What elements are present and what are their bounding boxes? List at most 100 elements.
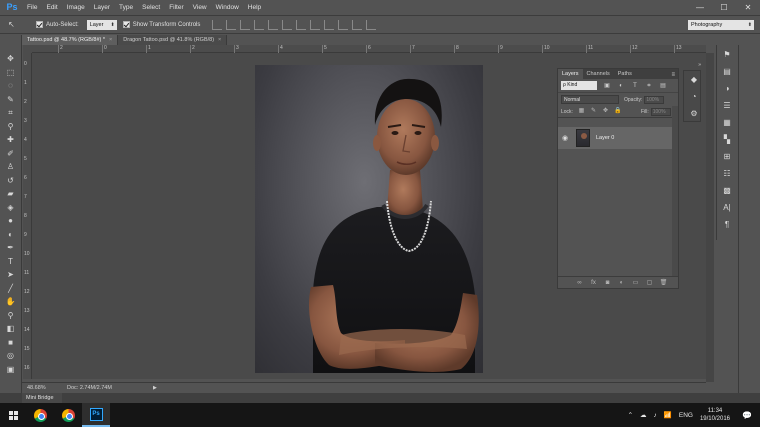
character-icon[interactable]: A| [720, 202, 734, 214]
lasso-tool-icon[interactable]: ◌ [4, 80, 17, 91]
filter-adjustment-icon[interactable]: ◐ [617, 82, 625, 90]
move-tool-icon[interactable]: ✥ [4, 53, 17, 64]
portrait-photo[interactable] [255, 65, 483, 373]
volume-icon[interactable]: ♪ [654, 412, 657, 419]
horizontal-ruler[interactable]: 2 0 1 2 3 4 5 6 7 8 9 10 11 12 13 [32, 45, 706, 53]
menu-help[interactable]: Help [248, 4, 261, 11]
menu-type[interactable]: Type [119, 4, 133, 11]
paragraph-icon[interactable]: ¶ [720, 219, 734, 231]
language-indicator[interactable]: ENG [679, 412, 693, 419]
menu-layer[interactable]: Layer [94, 4, 110, 11]
clock[interactable]: 11:34 19/10/2016 [700, 407, 730, 423]
opacity-input[interactable]: 100% [644, 95, 665, 104]
vertical-scrollbar[interactable] [706, 53, 714, 382]
healing-brush-tool-icon[interactable]: ✚ [4, 134, 17, 145]
adjustment-layer-icon[interactable]: ◐ [617, 280, 626, 286]
taskbar-chrome-2[interactable] [54, 403, 82, 427]
layer-row[interactable]: ◉ Layer 0 [558, 127, 673, 149]
notification-icon[interactable]: 💬 [740, 411, 754, 420]
zoom-tool-icon[interactable]: ⚲ [4, 310, 17, 321]
status-menu-arrow-icon[interactable]: ▶ [153, 385, 157, 391]
brush-tool-icon[interactable]: ✐ [4, 148, 17, 159]
taskbar-photoshop[interactable]: Ps [82, 403, 110, 427]
distribute-vcenter-icon[interactable] [310, 19, 321, 30]
filter-kind-dropdown[interactable]: ρ Kind [561, 81, 597, 90]
filter-pixel-icon[interactable]: ▣ [603, 82, 611, 90]
new-layer-icon[interactable]: ▢ [645, 279, 654, 286]
dock-collapse-icon[interactable]: » [683, 62, 701, 68]
properties-panel-icon[interactable]: ⚙ [687, 108, 701, 120]
align-hcenter-icon[interactable] [268, 19, 279, 30]
tab-channels[interactable]: Channels [583, 69, 614, 79]
distribute-right-icon[interactable] [366, 19, 377, 30]
tab-tattoo[interactable]: Tattoo.psd @ 48.7% (RGB/8#) * × [22, 35, 119, 45]
type-tool-icon[interactable]: T [4, 256, 17, 267]
tab-dragon-tattoo[interactable]: Dragon Tattoo.psd @ 41.8% (RGB/8) × [118, 35, 228, 45]
dodge-tool-icon[interactable]: ◐ [4, 229, 17, 240]
fill-input[interactable]: 100% [650, 107, 671, 116]
add-mask-icon[interactable]: ◙ [603, 280, 612, 286]
layers-panel-icon[interactable]: ◆ [687, 74, 701, 86]
lock-position-icon[interactable]: ✥ [602, 108, 609, 115]
tab-layers[interactable]: Layers [558, 69, 583, 79]
workspace-dropdown[interactable]: Photography [688, 20, 754, 30]
start-button[interactable] [0, 403, 26, 427]
distribute-left-icon[interactable] [338, 19, 349, 30]
shape-tool-icon[interactable]: ╱ [4, 283, 17, 294]
quick-select-tool-icon[interactable]: ✎ [4, 94, 17, 105]
blend-mode-dropdown[interactable]: Normal [561, 95, 619, 104]
auto-select-checkbox[interactable] [36, 21, 43, 28]
history-icon[interactable]: ⚑ [720, 49, 734, 61]
filter-type-icon[interactable]: T [631, 82, 639, 90]
menu-window[interactable]: Window [216, 4, 239, 11]
layers-scrollbar[interactable] [672, 106, 678, 276]
pen-tool-icon[interactable]: ✒ [4, 242, 17, 253]
styles-icon[interactable]: ▦ [720, 117, 734, 129]
show-transform-option[interactable]: Show Transform Controls [122, 21, 200, 28]
lock-pixels-icon[interactable]: ✎ [590, 108, 597, 115]
show-transform-checkbox[interactable] [122, 21, 130, 28]
menu-edit[interactable]: Edit [46, 4, 57, 11]
align-vcenter-icon[interactable] [226, 19, 237, 30]
align-top-icon[interactable] [212, 19, 223, 30]
color-icon[interactable]: ◑ [720, 83, 734, 95]
link-layers-icon[interactable]: ∞ [575, 280, 584, 286]
screen-mode-icon[interactable]: ▣ [4, 364, 17, 375]
paint-bucket-tool-icon[interactable]: ◈ [4, 202, 17, 213]
ruler-corner[interactable] [23, 45, 32, 53]
align-right-icon[interactable] [282, 19, 293, 30]
path-select-tool-icon[interactable]: ➤ [4, 269, 17, 280]
minimize-button[interactable]: — [688, 0, 712, 15]
default-colors-icon[interactable]: ◧ [4, 323, 17, 334]
marquee-tool-icon[interactable]: ⬚ [4, 67, 17, 78]
auto-select-target-dropdown[interactable]: Layer [86, 19, 117, 30]
maximize-button[interactable]: ☐ [712, 0, 736, 15]
auto-select-option[interactable]: Auto-Select: [36, 21, 79, 28]
distribute-top-icon[interactable] [296, 19, 307, 30]
brush-icon[interactable]: ▚ [720, 134, 734, 146]
network-icon[interactable]: 📶 [664, 411, 672, 419]
tray-caret-icon[interactable]: ⌃ [628, 411, 633, 419]
menu-select[interactable]: Select [142, 4, 160, 11]
filter-shape-icon[interactable]: ⌗ [645, 82, 653, 90]
delete-layer-icon[interactable]: 🗑 [659, 279, 668, 286]
actions-icon[interactable]: ▤ [720, 66, 734, 78]
onedrive-icon[interactable]: ☁ [640, 411, 647, 419]
filter-smart-object-icon[interactable]: ▤ [659, 82, 667, 90]
info-icon[interactable]: ▩ [720, 185, 734, 197]
new-group-icon[interactable]: ▭ [631, 279, 640, 286]
menu-filter[interactable]: Filter [169, 4, 183, 11]
blur-tool-icon[interactable]: ● [4, 215, 17, 226]
tool-presets-icon[interactable]: ☷ [720, 168, 734, 180]
hand-tool-icon[interactable]: ✋ [4, 296, 17, 307]
menu-file[interactable]: File [27, 4, 37, 11]
tab-close-icon[interactable]: × [218, 37, 221, 43]
zoom-level[interactable]: 48.68% [27, 385, 49, 391]
panel-menu-icon[interactable]: ≡ [671, 70, 675, 80]
menu-view[interactable]: View [193, 4, 207, 11]
taskbar-chrome-1[interactable] [26, 403, 54, 427]
eye-icon[interactable]: ◉ [558, 134, 572, 142]
history-brush-tool-icon[interactable]: ↺ [4, 175, 17, 186]
mini-bridge-tab[interactable]: Mini Bridge [22, 393, 62, 403]
distribute-bottom-icon[interactable] [324, 19, 335, 30]
